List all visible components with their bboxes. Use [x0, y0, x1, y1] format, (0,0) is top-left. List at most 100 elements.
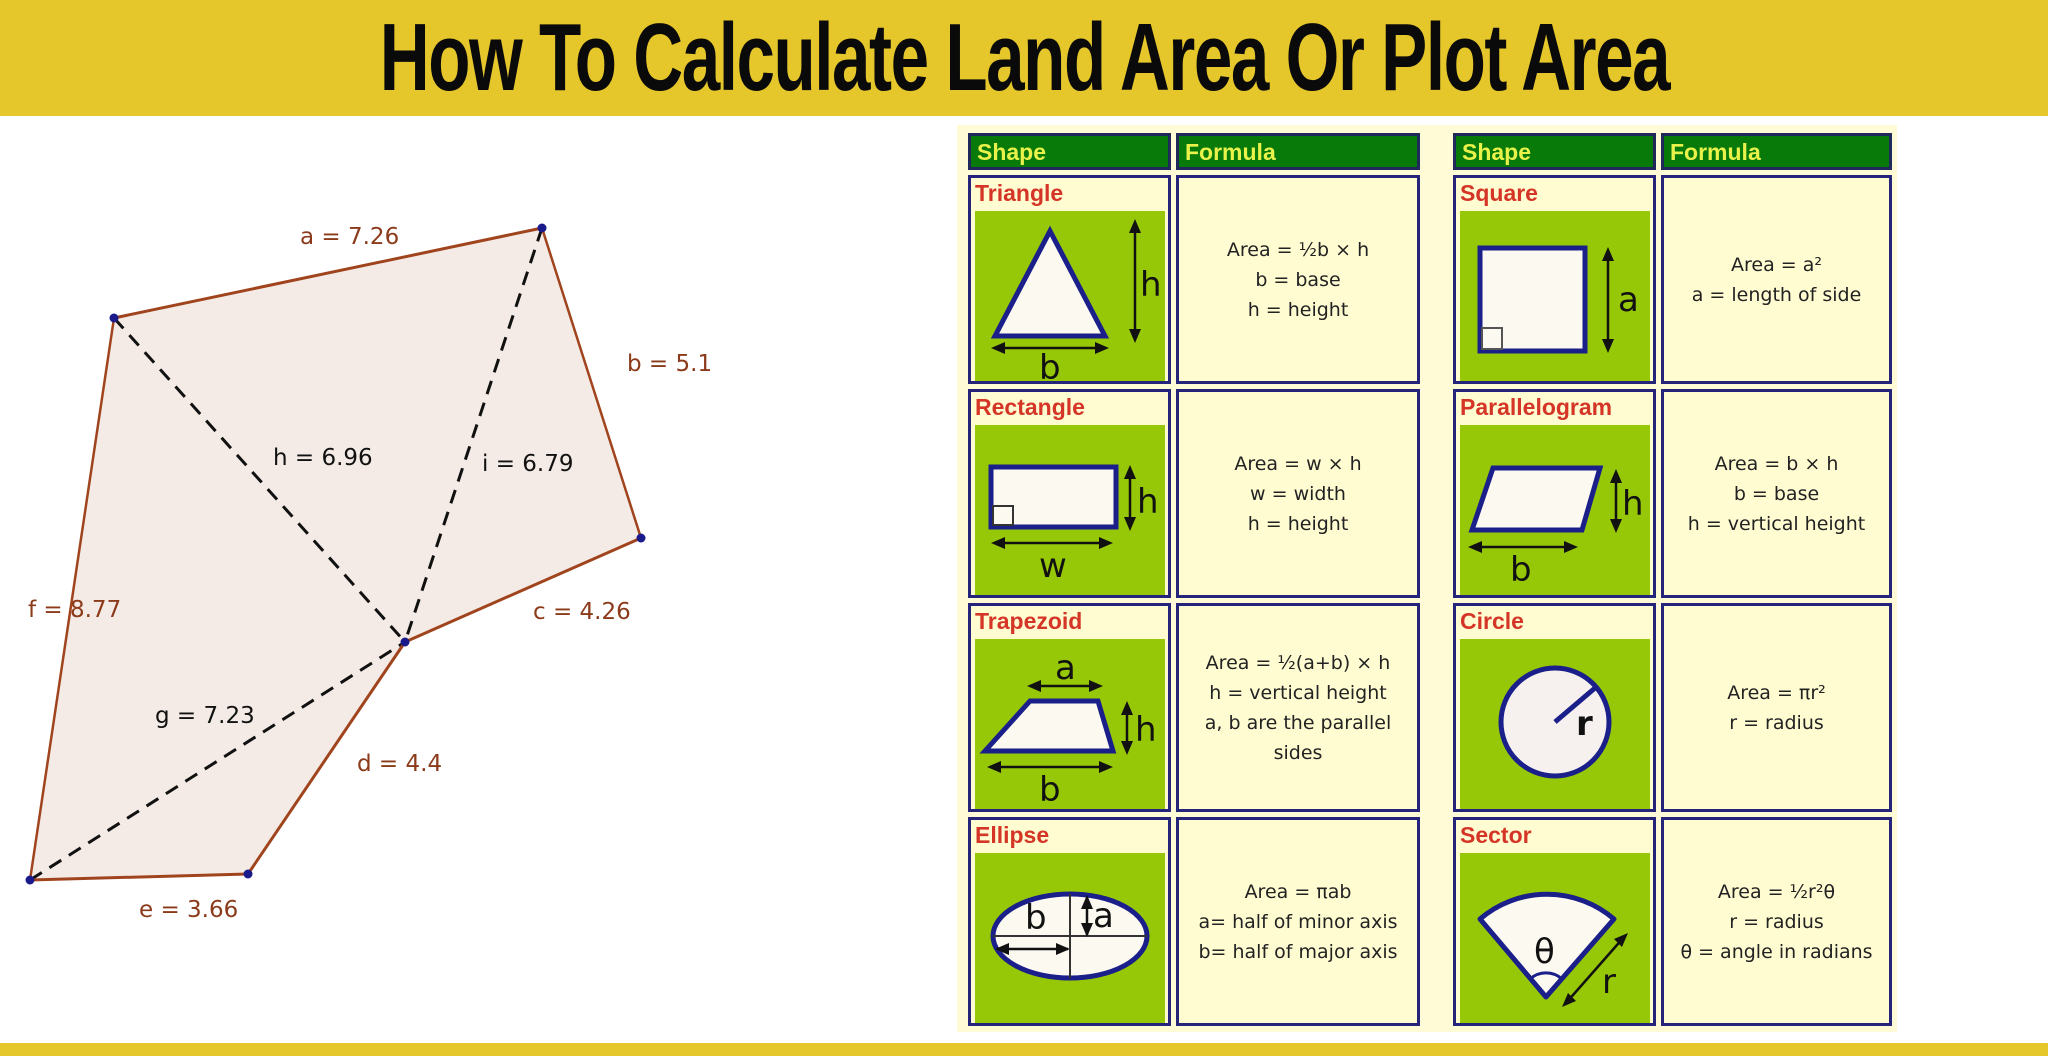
formula-line: Area = w × h: [1234, 452, 1362, 475]
shape-cell-rectangle: Rectangle h w: [968, 389, 1171, 598]
formula-line: b = base: [1255, 268, 1341, 291]
vertex: [636, 533, 646, 543]
formula-cell-ellipse: Area = πab a= half of minor axis b= half…: [1176, 817, 1420, 1026]
formula-line: a = length of side: [1691, 283, 1862, 306]
shape-cell-circle: Circle r: [1453, 603, 1656, 812]
formula-line: r = radius: [1729, 711, 1824, 734]
formula-cell-parallelogram: Area = b × h b = base h = vertical heigh…: [1661, 389, 1892, 598]
header-formula: Formula: [1176, 133, 1420, 170]
figure-label: r: [1602, 962, 1616, 1002]
formula-line: Area = a²: [1731, 253, 1822, 276]
shape-name: Square: [1460, 180, 1538, 206]
figure-label: h: [1137, 482, 1159, 522]
formula-line: a= half of minor axis: [1198, 910, 1398, 933]
vertex: [400, 637, 410, 647]
rectangle-icon: h w: [975, 425, 1165, 595]
figure-label: w: [1039, 546, 1067, 586]
figure-label: r: [1576, 704, 1593, 744]
sector-icon: θ r: [1460, 853, 1650, 1023]
header-shape-label: Shape: [977, 139, 1047, 165]
formula-line: r = radius: [1729, 910, 1824, 933]
formula-cell-rectangle: Area = w × h w = width h = height: [1176, 389, 1420, 598]
shape-cell-parallelogram: Parallelogram h b: [1453, 389, 1656, 598]
figure-label: h: [1140, 265, 1162, 305]
figure-label: b: [1039, 770, 1061, 809]
edge-label-c: c = 4.26: [533, 599, 631, 625]
formula-line: a, b are the parallel: [1204, 711, 1392, 734]
formula-line: h = vertical height: [1209, 681, 1387, 704]
formula-cell-triangle: Area = ½b × h b = base h = height: [1176, 175, 1420, 384]
shape-name: Circle: [1460, 608, 1524, 634]
edge-label-a: a = 7.26: [300, 224, 399, 250]
formula-line: h = vertical height: [1687, 512, 1866, 535]
formula-text: Area = ½b × h b = base h = height: [1179, 235, 1417, 325]
formula-line: Area = ½(a+b) × h: [1205, 651, 1391, 674]
formula-text: Area = ½(a+b) × h h = vertical height a,…: [1179, 648, 1417, 768]
formula-line: Area = ½r²θ: [1717, 880, 1836, 903]
bottom-band: [0, 1043, 2048, 1056]
formula-text: Area = b × h b = base h = vertical heigh…: [1664, 449, 1889, 539]
edge-label-f: f = 8.77: [28, 597, 121, 623]
page-title: How To Calculate Land Area Or Plot Area: [379, 4, 1670, 111]
diagonal-label-i: i = 6.79: [482, 451, 574, 477]
shape-name: Rectangle: [975, 394, 1085, 420]
figure-label: a: [1055, 648, 1076, 688]
edge-label-b: b = 5.1: [627, 351, 712, 377]
formula-line: Area = πr²: [1727, 681, 1826, 704]
vertex: [25, 875, 35, 885]
figure-label: b: [1510, 550, 1532, 590]
vertex: [537, 223, 547, 233]
formula-line: h = height: [1247, 298, 1349, 321]
figure-label: a: [1618, 280, 1639, 320]
shape-cell-trapezoid: Trapezoid a h b: [968, 603, 1171, 812]
header-shape: Shape: [968, 133, 1171, 170]
shape-cell-triangle: Triangle h b: [968, 175, 1171, 384]
formula-cell-trapezoid: Area = ½(a+b) × h h = vertical height a,…: [1176, 603, 1420, 812]
trapezoid-icon: a h b: [975, 639, 1165, 809]
shape-cell-sector: Sector θ r: [1453, 817, 1656, 1026]
polygon-diagram: a = 7.26 b = 5.1 c = 4.26 d = 4.4 e = 3.…: [0, 116, 940, 1043]
square-icon: a: [1460, 211, 1650, 381]
title-banner: How To Calculate Land Area Or Plot Area: [0, 0, 2048, 116]
formula-line: h = height: [1247, 512, 1349, 535]
formula-line: Area = b × h: [1714, 452, 1839, 475]
formula-line: sides: [1273, 741, 1323, 764]
formula-line: b= half of major axis: [1198, 940, 1398, 963]
shape-cell-ellipse: Ellipse b a: [968, 817, 1171, 1026]
triangle-icon: h b: [975, 211, 1165, 381]
figure-label: b: [1025, 898, 1047, 938]
formula-reference-panel: Shape Formula Triangle h b Area = ½b × h: [957, 125, 1897, 1032]
formula-text: Area = ½r²θ r = radius θ = angle in radi…: [1664, 877, 1889, 967]
shape-name: Parallelogram: [1460, 394, 1613, 420]
vertex: [109, 313, 119, 323]
edge-label-d: d = 4.4: [357, 751, 442, 777]
header-formula-label: Formula: [1185, 139, 1276, 165]
formula-line: Area = πab: [1244, 880, 1352, 903]
header-shape-label: Shape: [1462, 139, 1532, 165]
figure-label: θ: [1534, 932, 1555, 972]
formula-text: Area = a² a = length of side: [1664, 250, 1889, 310]
edge-label-e: e = 3.66: [139, 897, 238, 923]
header-formula: Formula: [1661, 133, 1892, 170]
vertex: [243, 869, 253, 879]
figure-label: b: [1039, 348, 1061, 381]
formula-text: Area = w × h w = width h = height: [1179, 449, 1417, 539]
ellipse-icon: b a: [975, 853, 1165, 1023]
formula-cell-sector: Area = ½r²θ r = radius θ = angle in radi…: [1661, 817, 1892, 1026]
diagonal-label-g: g = 7.23: [155, 703, 255, 729]
formula-cell-square: Area = a² a = length of side: [1661, 175, 1892, 384]
figure-label: h: [1135, 710, 1157, 750]
figure-label: h: [1622, 484, 1644, 524]
formula-line: Area = ½b × h: [1226, 238, 1370, 261]
formula-line: b = base: [1733, 482, 1820, 505]
figure-label: a: [1093, 896, 1114, 936]
formula-text: Area = πr² r = radius: [1664, 678, 1889, 738]
header-formula-label: Formula: [1670, 139, 1761, 165]
formula-line: θ = angle in radians: [1680, 940, 1873, 963]
formula-line: w = width: [1250, 482, 1346, 505]
parallelogram-icon: h b: [1460, 425, 1650, 595]
formula-cell-circle: Area = πr² r = radius: [1661, 603, 1892, 812]
formula-text: Area = πab a= half of minor axis b= half…: [1179, 877, 1417, 967]
shape-name: Triangle: [975, 180, 1064, 206]
shape-name: Trapezoid: [975, 608, 1083, 634]
